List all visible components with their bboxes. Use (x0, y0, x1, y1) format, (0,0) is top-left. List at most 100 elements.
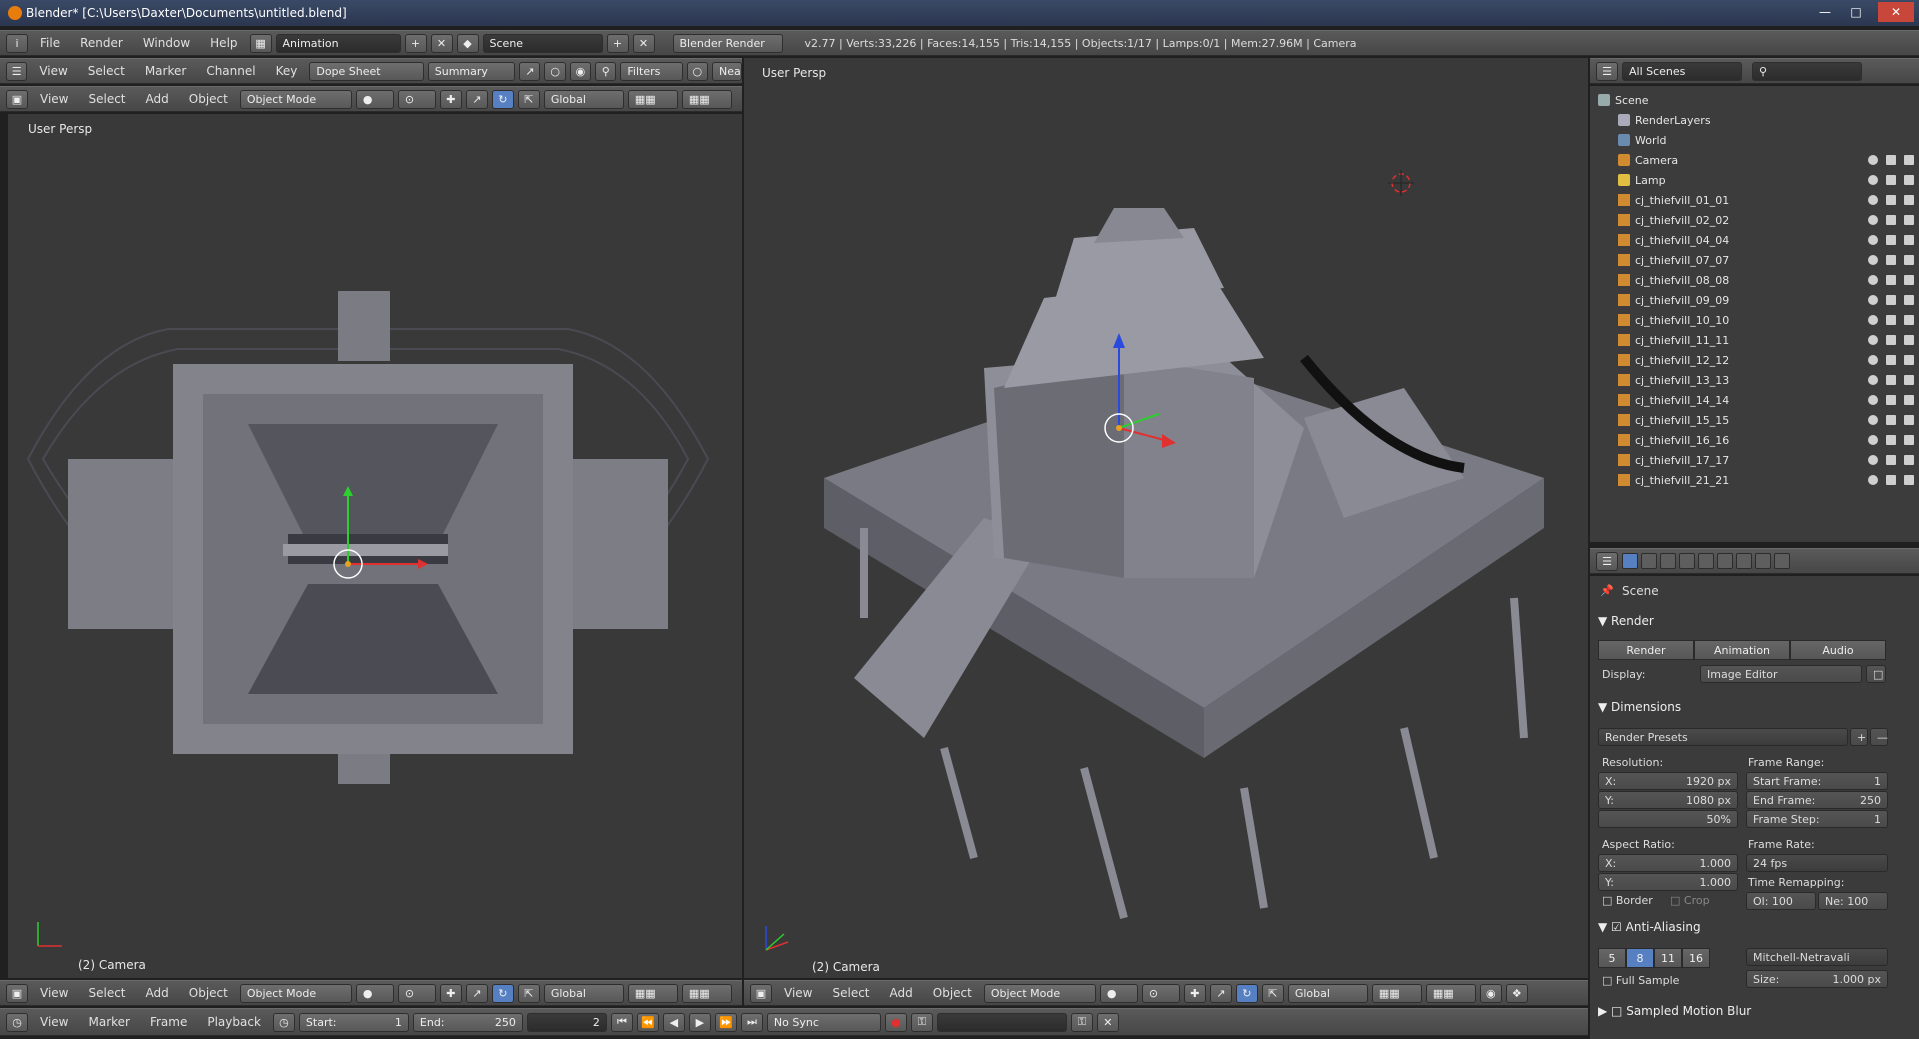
render-icon[interactable] (1904, 275, 1914, 285)
only-errors-icon[interactable]: ◉ (569, 61, 592, 81)
right-3d-viewport[interactable]: User Persp (2) Camera (744, 58, 1588, 978)
rvb-menu-view[interactable]: View (776, 986, 820, 1000)
eye-icon[interactable] (1868, 235, 1878, 245)
aa-filter-select[interactable]: Mitchell-Netravali (1746, 948, 1888, 966)
visibility-toggles[interactable] (1868, 455, 1914, 465)
resolution-x-field[interactable]: X: 1920 px (1598, 772, 1738, 790)
outliner-item[interactable]: cj_thiefvill_13_13 (1590, 370, 1919, 390)
visibility-toggles[interactable] (1868, 435, 1914, 445)
add-screen-button[interactable]: + (404, 33, 427, 53)
eye-icon[interactable] (1868, 395, 1878, 405)
menu-file[interactable]: File (32, 36, 68, 50)
render-icon[interactable] (1904, 355, 1914, 365)
scene-icon[interactable]: ◆ (456, 33, 479, 53)
render-icon[interactable] (1904, 455, 1914, 465)
display-window-toggle[interactable]: □ (1866, 665, 1886, 683)
jump-start-icon[interactable]: ⏮ (610, 1012, 633, 1032)
render-engine-select[interactable]: Blender Render (672, 33, 783, 53)
outliner-item[interactable]: cj_thiefvill_16_16 (1590, 430, 1919, 450)
visibility-toggles[interactable] (1868, 175, 1914, 185)
constraints-tab-icon[interactable] (1717, 553, 1733, 569)
search-icon[interactable]: ⚲ (595, 61, 617, 81)
render-icon[interactable] (1904, 375, 1914, 385)
border-checkbox[interactable]: □ Border (1602, 894, 1653, 907)
nearest-frame-select[interactable]: Nea (712, 61, 742, 81)
lvb-layers-grid[interactable]: ▦▦ (627, 983, 678, 1003)
rvb-manipulator-icon[interactable]: ✚ (1183, 983, 1206, 1003)
anti-aliasing-section-header[interactable]: ▼ ☑ Anti-Aliasing (1598, 920, 1701, 934)
rvb-orientation-select[interactable]: Global (1287, 983, 1368, 1003)
outliner-item[interactable]: RenderLayers (1590, 110, 1919, 130)
lvb-pivot-select[interactable]: ⊙ (397, 983, 436, 1003)
cursor-icon[interactable] (1886, 455, 1896, 465)
info-editor-type-icon[interactable]: i (6, 33, 28, 53)
lv-menu-add[interactable]: Add (138, 92, 177, 106)
rvb-layers-grid-2[interactable]: ▦▦ (1425, 983, 1476, 1003)
eye-icon[interactable] (1868, 275, 1878, 285)
eye-icon[interactable] (1868, 355, 1878, 365)
aa-size-field[interactable]: Size: 1.000 px (1746, 970, 1888, 988)
cursor-icon[interactable] (1886, 335, 1896, 345)
render-icon[interactable] (1904, 295, 1914, 305)
cursor-icon[interactable] (1886, 235, 1896, 245)
aspect-y-field[interactable]: Y: 1.000 (1598, 873, 1738, 891)
crop-checkbox[interactable]: □ Crop (1670, 894, 1710, 907)
render-tab-icon[interactable] (1622, 553, 1638, 569)
start-frame-field[interactable]: Start: 1 (298, 1012, 409, 1032)
eye-icon[interactable] (1868, 315, 1878, 325)
outliner-item[interactable]: cj_thiefvill_10_10 (1590, 310, 1919, 330)
cursor-icon[interactable] (1886, 375, 1896, 385)
ds-menu-key[interactable]: Key (268, 64, 306, 78)
menu-help[interactable]: Help (202, 36, 245, 50)
outliner-search-input[interactable]: ⚲ (1752, 61, 1862, 81)
eye-icon[interactable] (1868, 295, 1878, 305)
properties-context-tabs[interactable] (1622, 553, 1793, 569)
visibility-toggles[interactable] (1868, 215, 1914, 225)
rvb-menu-add[interactable]: Add (882, 986, 921, 1000)
audio-button[interactable]: Audio (1790, 640, 1886, 660)
eye-icon[interactable] (1868, 335, 1878, 345)
aa-samples-16[interactable]: 16 (1682, 948, 1710, 968)
lv-translate-icon[interactable]: ↗ (465, 89, 488, 109)
cursor-icon[interactable] (1886, 295, 1896, 305)
eye-icon[interactable] (1868, 215, 1878, 225)
outliner-item[interactable]: cj_thiefvill_09_09 (1590, 290, 1919, 310)
ds-menu-channel[interactable]: Channel (198, 64, 263, 78)
cursor-icon[interactable] (1886, 215, 1896, 225)
tl-menu-marker[interactable]: Marker (80, 1015, 137, 1029)
ds-menu-marker[interactable]: Marker (137, 64, 194, 78)
eye-icon[interactable] (1868, 475, 1878, 485)
lv-menu-object[interactable]: Object (181, 92, 236, 106)
lv-mode-select[interactable]: Object Mode (239, 89, 352, 109)
delete-key-icon[interactable]: ✕ (1096, 1012, 1119, 1032)
outliner-item[interactable]: cj_thiefvill_14_14 (1590, 390, 1919, 410)
frame-rate-select[interactable]: 24 fps (1746, 854, 1888, 872)
start-frame-prop-field[interactable]: Start Frame: 1 (1746, 772, 1888, 790)
cursor-icon[interactable] (1886, 415, 1896, 425)
lv-layers-grid[interactable]: ▦▦ (627, 89, 678, 109)
remove-screen-button[interactable]: ✕ (430, 33, 453, 53)
lv-orientation-select[interactable]: Global (543, 89, 624, 109)
jump-end-icon[interactable]: ⏭ (740, 1012, 763, 1032)
visibility-toggles[interactable] (1868, 415, 1914, 425)
outliner-item[interactable]: cj_thiefvill_04_04 (1590, 230, 1919, 250)
motion-blur-section-header[interactable]: ▶ □ Sampled Motion Blur (1598, 1004, 1751, 1018)
eye-icon[interactable] (1868, 375, 1878, 385)
object-tab-icon[interactable] (1698, 553, 1714, 569)
end-frame-prop-field[interactable]: End Frame: 250 (1746, 791, 1888, 809)
visibility-toggles[interactable] (1868, 195, 1914, 205)
cursor-icon[interactable] (1886, 275, 1896, 285)
summary-toggle[interactable]: Summary (427, 61, 516, 81)
rvb-mode-select[interactable]: Object Mode (983, 983, 1096, 1003)
render-icon[interactable] (1904, 315, 1914, 325)
only-selected-icon[interactable]: ↗ (519, 61, 541, 81)
left-3d-viewport[interactable]: User Persp (2) Camera (8, 114, 742, 978)
filters-button[interactable]: Filters (620, 61, 683, 81)
next-key-icon[interactable]: ⏩ (714, 1012, 737, 1032)
scene-field[interactable]: Scene (482, 33, 603, 53)
visibility-toggles[interactable] (1868, 475, 1914, 485)
lvb-menu-add[interactable]: Add (138, 986, 177, 1000)
eye-icon[interactable] (1868, 195, 1878, 205)
render-presets-select[interactable]: Render Presets (1598, 728, 1848, 746)
visibility-toggles[interactable] (1868, 235, 1914, 245)
